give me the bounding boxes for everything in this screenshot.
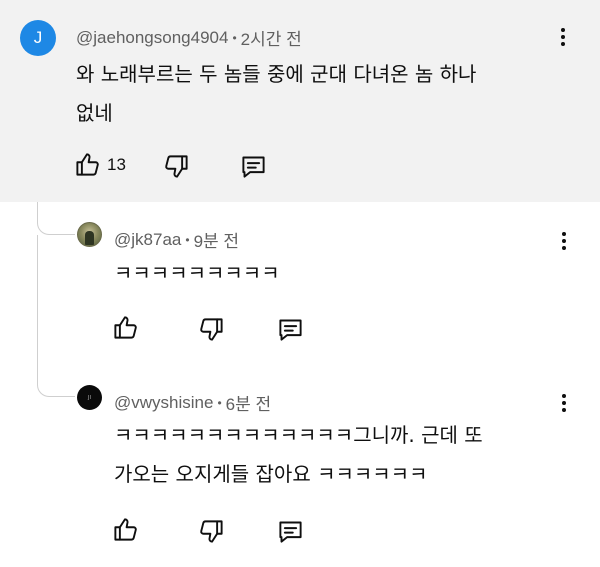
reply-icon [242,156,265,178]
avatar[interactable] [77,222,102,247]
reply-text-line: ㅋㅋㅋㅋㅋㅋㅋㅋㅋㅋㅋㅋㅋ그니까. 근데 또 [114,423,483,447]
avatar[interactable]: JI [77,385,102,410]
separator-dot: • [185,232,190,247]
reply-author[interactable]: @vwyshisine [114,393,213,413]
reply-icon [279,521,302,543]
reply-time[interactable]: 9분 전 [194,227,239,252]
dislike-icon [200,318,223,341]
reply-button[interactable] [277,316,304,343]
dislike-button[interactable] [198,518,225,545]
avatar-text: JI [88,394,91,401]
reply-button[interactable] [277,518,304,545]
reply-author[interactable]: @jk87aa [114,230,181,250]
avatar-letter: J [33,28,43,47]
dislike-button[interactable] [163,153,190,180]
reply-text-line: 가오는 오지게들 잡아요 ㅋㅋㅋㅋㅋㅋ [114,462,428,486]
reply-meta: @jk87aa • 9분 전 [114,227,239,252]
comment-text-line: 없네 [76,101,113,125]
avatar[interactable]: J [20,20,56,56]
comment-time[interactable]: 2시간 전 [241,25,302,50]
reply-button[interactable] [240,153,267,180]
like-button[interactable] [112,314,139,341]
reply-text-line: ㅋㅋㅋㅋㅋㅋㅋㅋㅋ [114,261,280,285]
comment-author[interactable]: @jaehongsong4904 [76,28,228,48]
reply-meta: @vwyshisine • 6분 전 [114,390,271,415]
reply-time[interactable]: 6분 전 [226,390,271,415]
more-icon[interactable] [558,231,570,251]
comment-meta: @jaehongsong4904 • 2시간 전 [76,25,302,50]
reply-icon [279,319,302,341]
like-button[interactable]: 13 [74,151,126,178]
like-icon [114,316,137,339]
dislike-icon [200,520,223,543]
more-icon[interactable] [557,27,569,47]
thread-connector [37,202,75,235]
dislike-button[interactable] [198,316,225,343]
separator-dot: • [217,395,222,410]
comment-text-line: 와 노래부르는 두 놈들 중에 군대 다녀온 놈 하나 [76,62,477,86]
like-icon [114,518,137,541]
thread-connector [37,235,75,397]
like-icon [76,153,99,176]
more-icon[interactable] [558,393,570,413]
like-count: 13 [107,154,126,174]
like-button[interactable] [112,516,139,543]
dislike-icon [165,155,188,178]
separator-dot: • [232,30,237,45]
